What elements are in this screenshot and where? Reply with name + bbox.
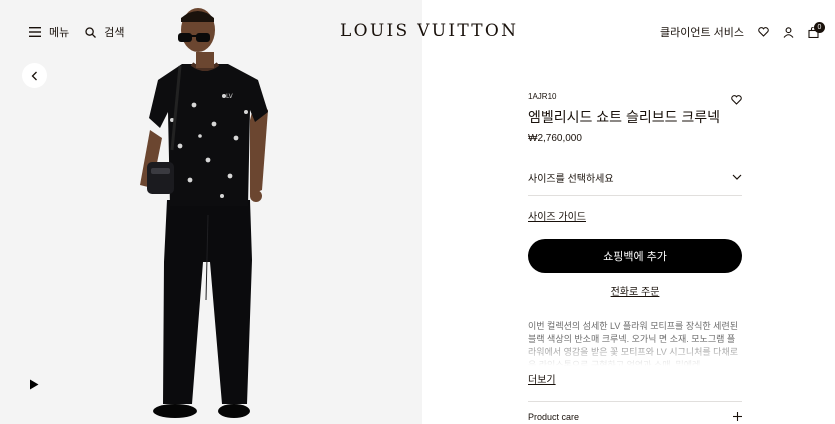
plus-icon <box>733 412 742 421</box>
phone-order-link[interactable]: 전화로 주문 <box>611 287 660 298</box>
product-sku: 1AJR10 <box>528 92 557 101</box>
phone-order-row: 전화로 주문 <box>528 283 742 298</box>
shopping-bag-button[interactable]: 0 <box>808 21 825 38</box>
menu-button[interactable]: 메뉴 <box>29 24 69 40</box>
header-right-nav: 클라이언트 서비스 0 <box>660 21 825 40</box>
wishlist-button[interactable] <box>758 27 769 37</box>
brand-logo[interactable]: LOUIS VUITTON <box>340 21 518 41</box>
client-service-link[interactable]: 클라이언트 서비스 <box>660 24 744 40</box>
product-care-accordion[interactable]: Product care <box>528 401 742 422</box>
previous-image-button[interactable] <box>22 63 47 88</box>
description-fade <box>528 340 742 366</box>
search-icon <box>85 26 97 38</box>
search-button[interactable]: 검색 <box>85 24 125 40</box>
site-header: 메뉴 검색 LOUIS VUITTON 클라이언트 서비스 0 <box>0 0 835 64</box>
chevron-left-icon <box>31 71 37 80</box>
read-more-link[interactable]: 더보기 <box>528 371 556 386</box>
search-label: 검색 <box>104 27 125 39</box>
heart-icon <box>731 95 742 105</box>
account-button[interactable] <box>783 26 794 38</box>
chevron-down-icon <box>732 174 742 180</box>
play-video-button[interactable] <box>29 377 39 395</box>
heart-icon <box>758 27 769 37</box>
size-selector-label: 사이즈를 선택하세요 <box>528 174 614 185</box>
product-care-label: Product care <box>528 412 580 422</box>
product-description: 이번 컬렉션의 섬세한 LV 플라워 모티프를 장식한 세련된 블랙 색상의 반… <box>528 320 742 366</box>
hamburger-menu-icon <box>29 27 41 37</box>
bag-count-badge: 0 <box>814 21 825 33</box>
size-selector[interactable]: 사이즈를 선택하세요 <box>528 170 742 196</box>
product-title: 엠벨리시드 쇼트 슬리브드 크루넥 <box>528 109 720 125</box>
size-guide-link[interactable]: 사이즈 가이드 <box>528 208 586 223</box>
header-left-nav: 메뉴 검색 <box>29 24 125 40</box>
user-icon <box>783 26 794 38</box>
product-info-panel: 1AJR10 엠벨리시드 쇼트 슬리브드 크루넥 ₩2,760,000 사이즈를… <box>528 88 742 298</box>
add-to-bag-button[interactable]: 쇼핑백에 추가 <box>528 239 742 273</box>
play-icon <box>30 379 39 390</box>
product-wishlist-button[interactable] <box>731 92 742 110</box>
product-price: ₩2,760,000 <box>528 133 582 144</box>
menu-label: 메뉴 <box>49 27 70 39</box>
svg-text:LV: LV <box>226 93 234 100</box>
